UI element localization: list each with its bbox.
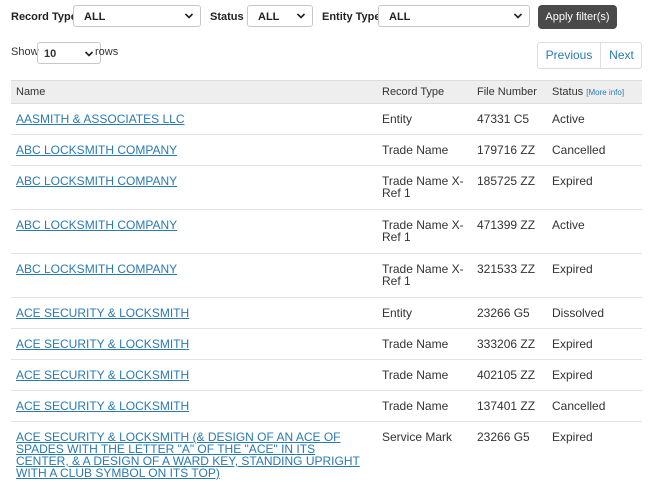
record-type-cell: Trade Name X-Ref 1 bbox=[382, 218, 464, 244]
status-value: ALL bbox=[258, 11, 280, 23]
table-row: ABC LOCKSMITH COMPANY Trade Name 179716 … bbox=[11, 135, 642, 166]
record-type-cell: Entity bbox=[382, 112, 413, 126]
entity-type-label: Entity Type bbox=[322, 11, 381, 23]
table-row: ACE SECURITY & LOCKSMITH Trade Name 3332… bbox=[11, 329, 642, 360]
file-number-cell: 402105 ZZ bbox=[477, 368, 536, 382]
status-cell: Active bbox=[552, 112, 585, 126]
status-cell: Expired bbox=[552, 430, 593, 444]
previous-page-button[interactable]: Previous bbox=[538, 43, 601, 68]
record-name-link[interactable]: AASMITH & ASSOCIATES LLC bbox=[16, 113, 368, 125]
record-name-link[interactable]: ABC LOCKSMITH COMPANY bbox=[16, 175, 368, 187]
column-header-name[interactable]: Name bbox=[16, 86, 45, 98]
table-row: ACE SECURITY & LOCKSMITH Entity 23266 G5… bbox=[11, 298, 642, 329]
next-page-button[interactable]: Next bbox=[601, 43, 642, 68]
status-cell: Active bbox=[552, 218, 585, 232]
record-name-link[interactable]: ABC LOCKSMITH COMPANY bbox=[16, 263, 368, 275]
chevron-down-icon bbox=[513, 13, 523, 19]
file-number-cell: 321533 ZZ bbox=[477, 262, 536, 276]
file-number-cell: 179716 ZZ bbox=[477, 143, 536, 157]
entity-type-value: ALL bbox=[389, 11, 411, 23]
status-cell: Dissolved bbox=[552, 306, 605, 320]
column-header-file-number[interactable]: File Number bbox=[477, 86, 537, 98]
rows-per-page-value: 10 bbox=[44, 48, 57, 60]
record-type-cell: Trade Name X-Ref 1 bbox=[382, 174, 464, 200]
column-header-status-label: Status bbox=[552, 86, 584, 98]
status-cell: Expired bbox=[552, 337, 593, 351]
file-number-cell: 185725 ZZ bbox=[477, 174, 536, 188]
record-type-cell: Trade Name bbox=[382, 337, 449, 351]
record-type-label: Record Type bbox=[11, 11, 77, 23]
table-row: ACE SECURITY & LOCKSMITH Trade Name 4021… bbox=[11, 360, 642, 391]
rows-per-page-select[interactable]: 10 bbox=[37, 42, 101, 64]
file-number-cell: 137401 ZZ bbox=[477, 399, 536, 413]
apply-filters-button[interactable]: Apply filter(s) bbox=[538, 5, 617, 29]
rows-label: rows bbox=[95, 46, 119, 58]
chevron-down-icon bbox=[296, 13, 306, 19]
chevron-down-icon bbox=[184, 13, 194, 19]
status-cell: Expired bbox=[552, 174, 593, 188]
record-type-cell: Service Mark bbox=[382, 430, 453, 444]
record-name-link[interactable]: ACE SECURITY & LOCKSMITH bbox=[16, 369, 368, 381]
filter-bar: Record Type ALL Status ALL Entity Type A… bbox=[0, 0, 650, 36]
table-row: ABC LOCKSMITH COMPANY Trade Name X-Ref 1… bbox=[11, 166, 642, 210]
entity-type-select[interactable]: ALL bbox=[378, 5, 530, 27]
record-type-select[interactable]: ALL bbox=[73, 5, 201, 27]
table-header: Name Record Type File Number Status [Mor… bbox=[11, 80, 642, 104]
record-type-cell: Trade Name bbox=[382, 143, 449, 157]
status-label: Status bbox=[210, 11, 244, 23]
file-number-cell: 471399 ZZ bbox=[477, 218, 536, 232]
more-info-link[interactable]: [More info] bbox=[586, 88, 624, 97]
results-table: Name Record Type File Number Status [Mor… bbox=[11, 80, 642, 484]
record-type-cell: Trade Name X-Ref 1 bbox=[382, 262, 464, 288]
record-type-value: ALL bbox=[84, 11, 106, 23]
file-number-cell: 23266 G5 bbox=[477, 430, 530, 444]
column-header-record-type[interactable]: Record Type bbox=[382, 86, 444, 98]
record-name-link[interactable]: ACE SECURITY & LOCKSMITH bbox=[16, 338, 368, 350]
record-type-cell: Trade Name bbox=[382, 368, 449, 382]
table-row: ABC LOCKSMITH COMPANY Trade Name X-Ref 1… bbox=[11, 210, 642, 254]
table-row: ACE SECURITY & LOCKSMITH Trade Name 1374… bbox=[11, 391, 642, 422]
chevron-down-icon bbox=[84, 51, 94, 57]
file-number-cell: 333206 ZZ bbox=[477, 337, 536, 351]
status-select[interactable]: ALL bbox=[247, 5, 313, 27]
status-cell: Cancelled bbox=[552, 399, 606, 413]
pagination: Previous Next bbox=[537, 42, 642, 69]
record-type-cell: Entity bbox=[382, 306, 413, 320]
status-cell: Expired bbox=[552, 368, 593, 382]
column-header-status[interactable]: Status [More info] bbox=[552, 86, 624, 98]
record-name-link[interactable]: ABC LOCKSMITH COMPANY bbox=[16, 219, 368, 231]
record-name-link[interactable]: ACE SECURITY & LOCKSMITH (& DESIGN OF AN… bbox=[16, 431, 368, 479]
table-row: AASMITH & ASSOCIATES LLC Entity 47331 C5… bbox=[11, 104, 642, 135]
file-number-cell: 47331 C5 bbox=[477, 112, 530, 126]
table-row: ACE SECURITY & LOCKSMITH (& DESIGN OF AN… bbox=[11, 422, 642, 484]
record-type-cell: Trade Name bbox=[382, 399, 449, 413]
file-number-cell: 23266 G5 bbox=[477, 306, 530, 320]
record-name-link[interactable]: ACE SECURITY & LOCKSMITH bbox=[16, 307, 368, 319]
show-label: Show bbox=[11, 46, 39, 58]
record-name-link[interactable]: ABC LOCKSMITH COMPANY bbox=[16, 144, 368, 156]
record-name-link[interactable]: ACE SECURITY & LOCKSMITH bbox=[16, 400, 368, 412]
status-cell: Expired bbox=[552, 262, 593, 276]
table-row: ABC LOCKSMITH COMPANY Trade Name X-Ref 1… bbox=[11, 254, 642, 298]
status-cell: Cancelled bbox=[552, 143, 606, 157]
